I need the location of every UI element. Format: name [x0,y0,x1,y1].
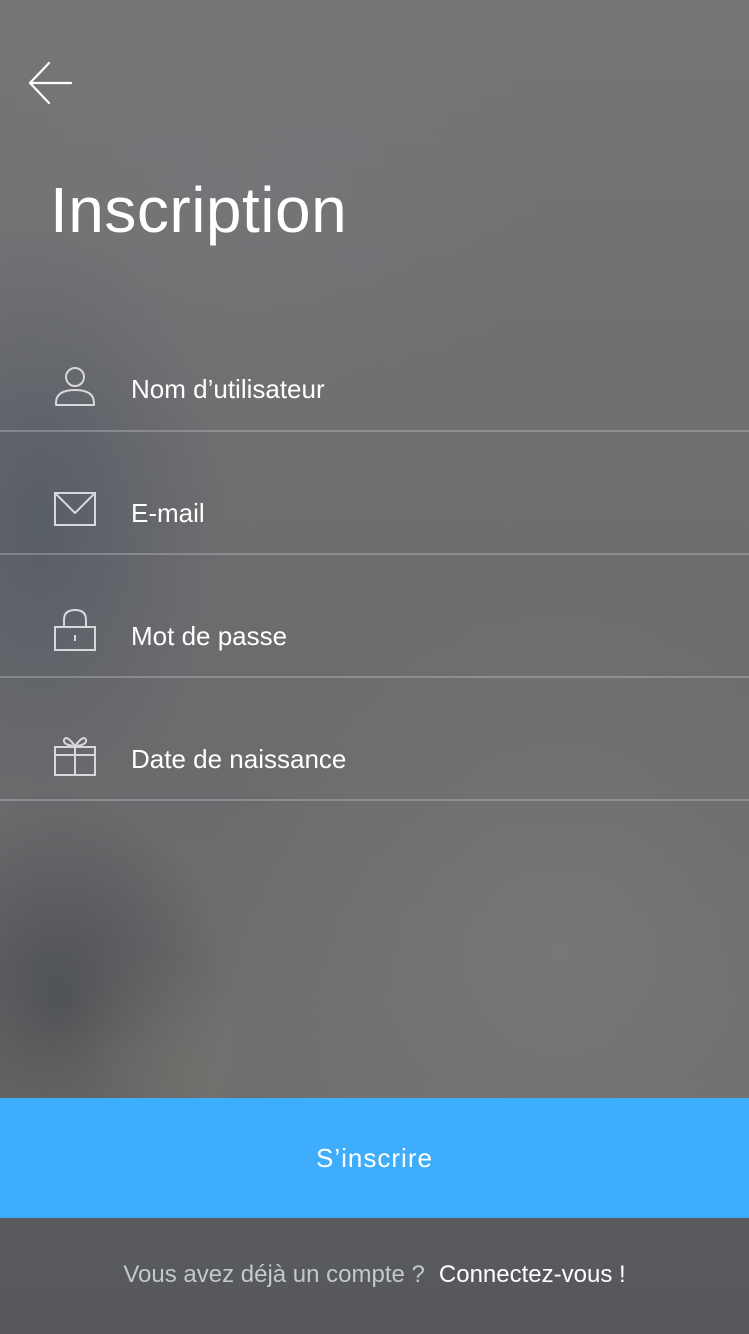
envelope-icon [54,492,96,526]
arrow-left-icon [28,61,73,105]
password-field-row [0,555,749,678]
signup-button[interactable]: S’inscrire [0,1098,749,1218]
login-prompt-text: Vous avez déjà un compte ? [123,1261,425,1288]
birthdate-field-row [0,678,749,801]
gift-icon [54,737,96,776]
email-field-row [0,432,749,555]
page-title: Inscription [50,174,348,246]
lock-icon [54,608,96,651]
back-button[interactable] [26,60,74,106]
password-input[interactable] [131,614,711,658]
username-field-row [0,309,749,432]
login-prompt: Vous avez déjà un compte ? Connectez-vous… [0,1258,749,1292]
email-input[interactable] [131,491,711,535]
username-input[interactable] [131,367,711,411]
login-link[interactable]: Connectez-vous ! [439,1261,626,1288]
user-icon [55,367,95,406]
birthdate-input[interactable] [131,737,711,781]
